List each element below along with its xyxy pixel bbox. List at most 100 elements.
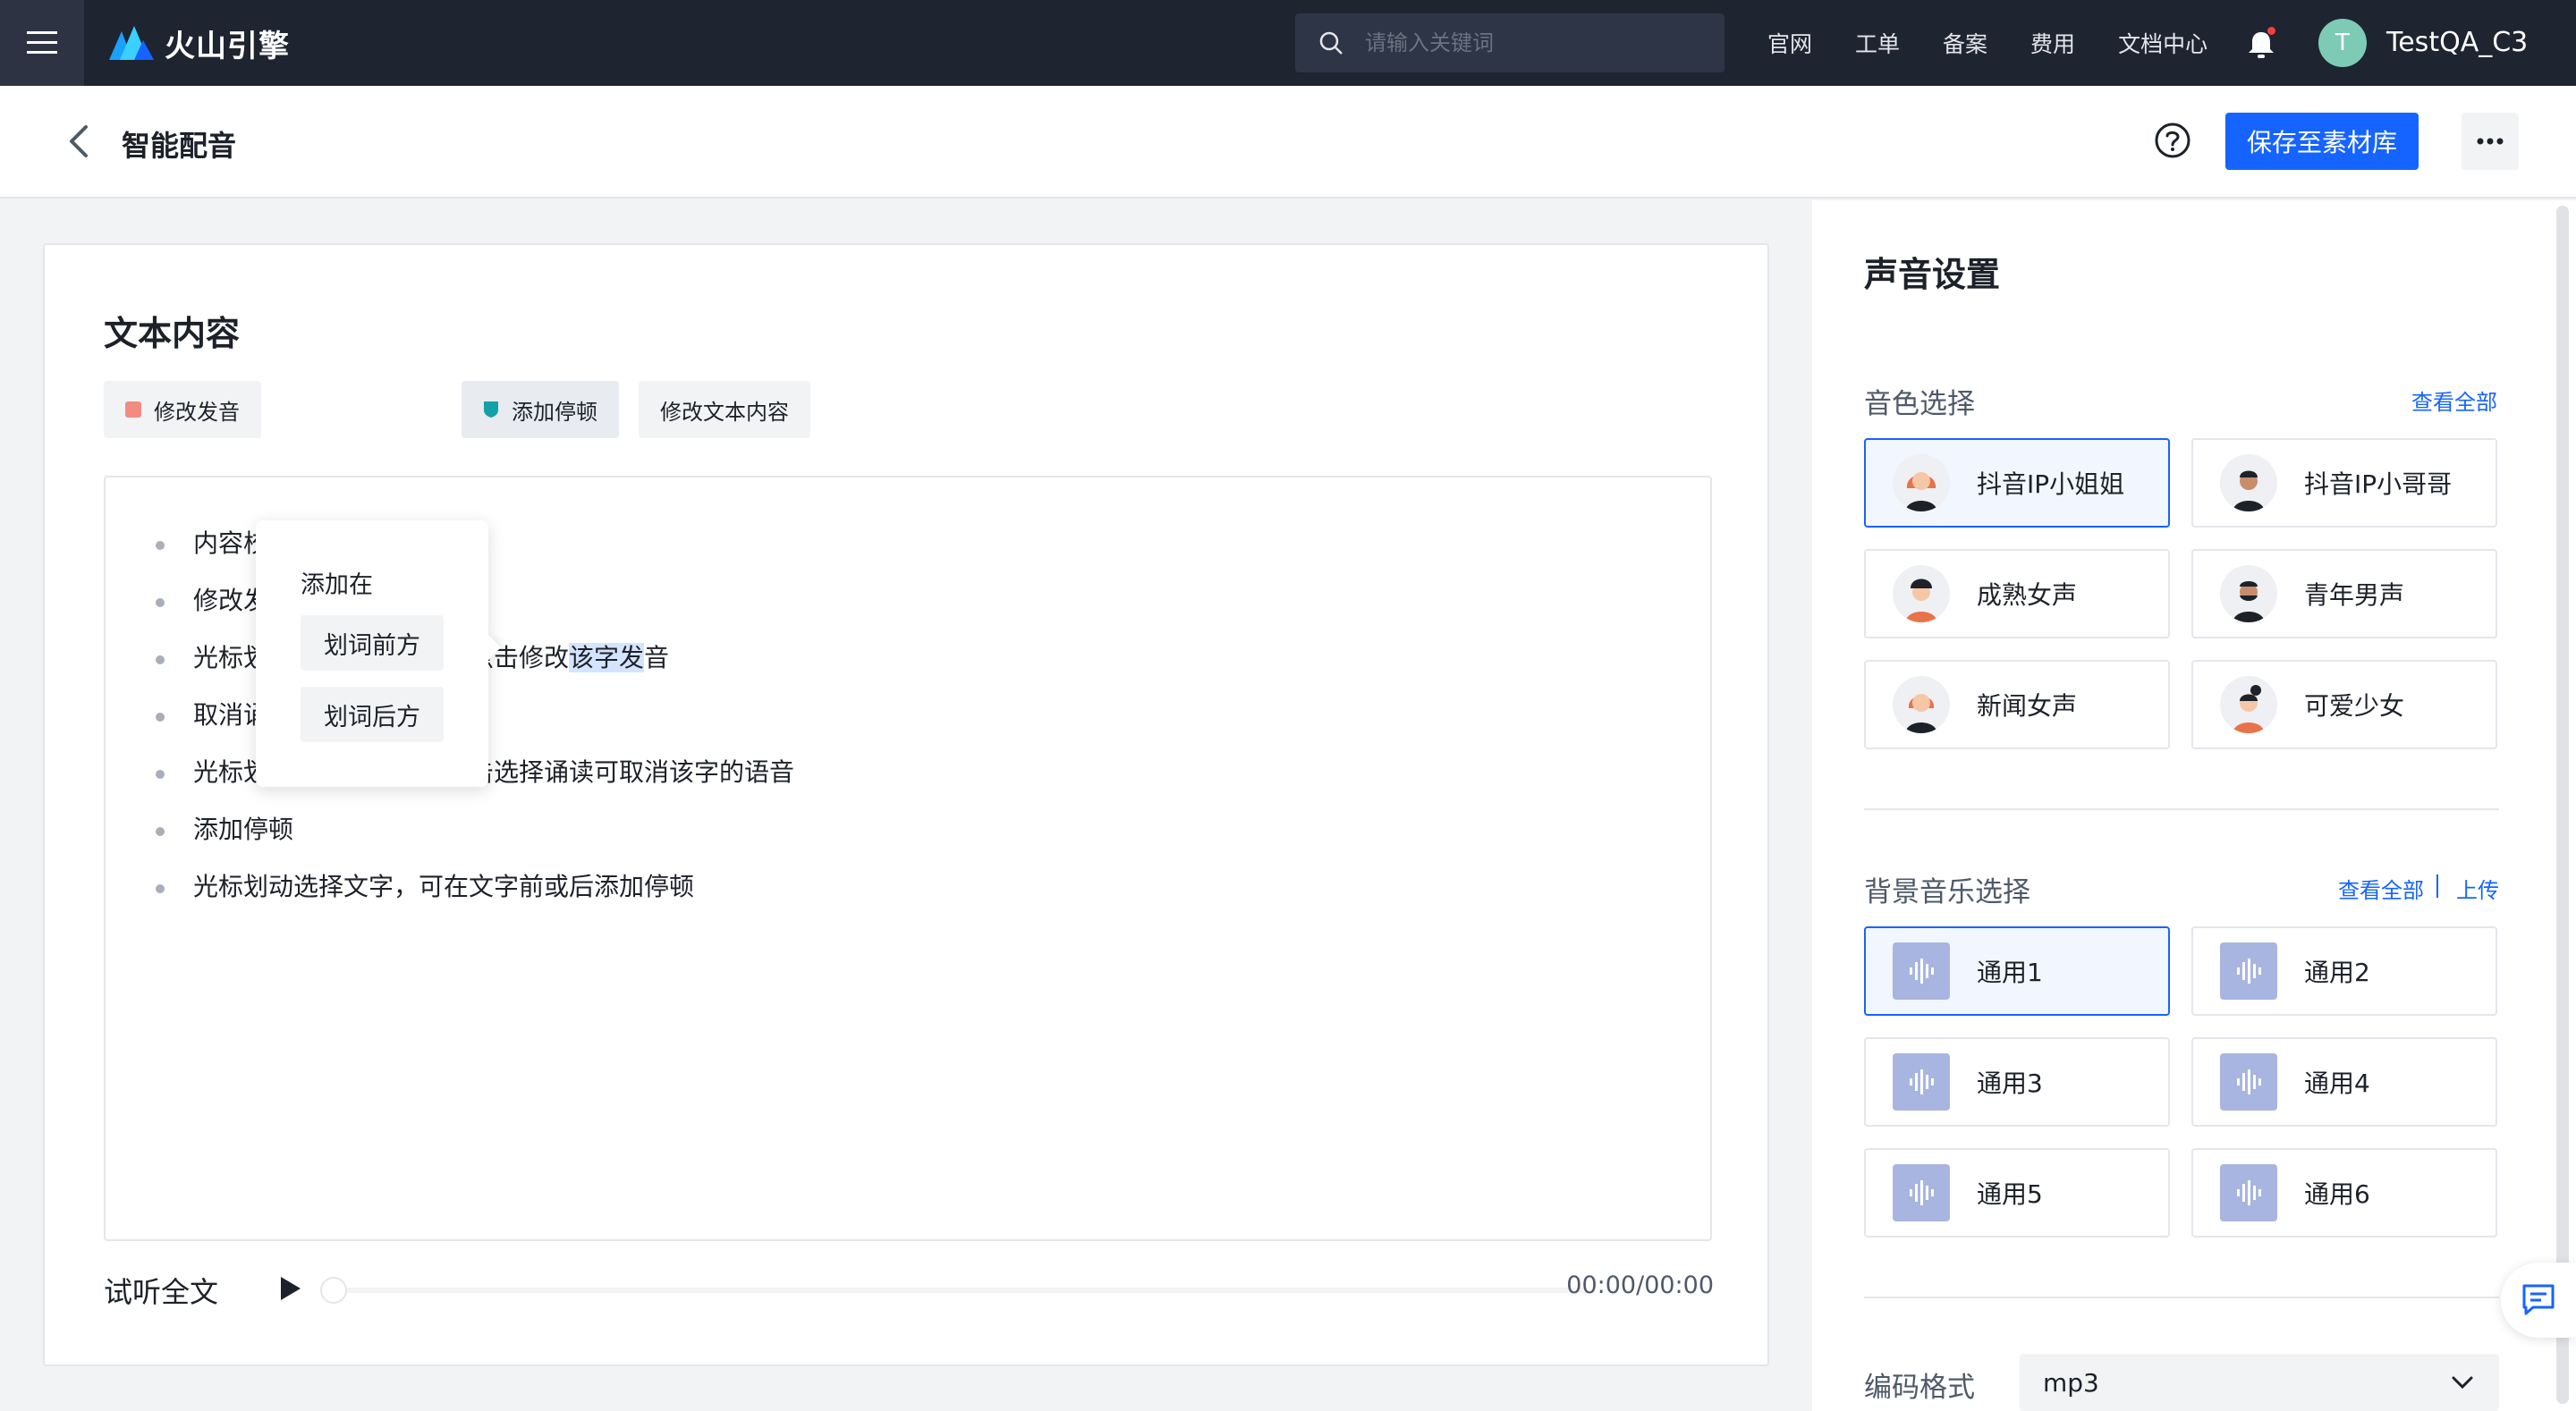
voice-card[interactable]: 可爱少女 [2191,660,2497,749]
add-before-button[interactable]: 划词前方 [301,615,444,671]
waveform-icon [1893,1164,1950,1221]
link-tickets[interactable]: 工单 [1855,27,1900,59]
chevron-down-icon [2452,1376,2473,1390]
music-name: 通用2 [2304,958,2370,987]
search-box[interactable] [1295,13,1724,72]
scrollbar-thumb[interactable] [2556,206,2569,1404]
progress-knob[interactable] [320,1277,347,1304]
voice-card[interactable]: 抖音IP小哥哥 [2191,438,2497,528]
music-name: 通用6 [2304,1179,2370,1209]
music-card[interactable]: 通用5 [1864,1148,2170,1238]
voice-name: 可爱少女 [2304,691,2405,721]
music-card[interactable]: 通用3 [1864,1037,2170,1127]
side-scrollbar[interactable] [2551,200,2576,1411]
male-avatar-icon [2220,454,2277,511]
modify-text-button[interactable]: 修改文本内容 [639,381,810,438]
modify-text-label: 修改文本内容 [660,399,789,425]
music-card[interactable]: 通用6 [2191,1148,2497,1238]
modify-pronunciation-label: 修改发音 [154,399,240,425]
volcano-logo-icon [109,26,154,60]
voice-section-title: 音色选择 [1864,388,1975,420]
brand-logo[interactable]: 火山引擎 [107,21,290,65]
list-item-text: 音 [644,643,670,672]
list-item: 光标划动选择文字，可在文字前或后添加停顿 [156,858,794,916]
music-name: 通用5 [1977,1179,2043,1209]
menu-button[interactable] [0,0,84,86]
notification-dot [2267,27,2275,35]
waveform-icon [2220,1164,2277,1221]
pause-marker-icon [484,401,498,418]
voice-name: 抖音IP小姐姐 [1977,469,2125,499]
add-pause-label: 添加停顿 [512,399,597,425]
voice-name: 抖音IP小哥哥 [2304,469,2453,499]
back-arrow-icon[interactable] [63,123,95,159]
listen-full-label: 试听全文 [104,1275,219,1309]
section-divider [1864,808,2499,810]
text-editor-card: 文本内容 修改发音 添加停顿 修改文本内容 内容校正 修改发音 光标划动单选一个… [43,243,1769,1366]
voice-card[interactable]: 抖音IP小姐姐 [1864,438,2170,528]
save-to-library-button[interactable]: 保存至素材库 [2225,113,2419,170]
music-card[interactable]: 通用1 [1864,926,2170,1016]
link-filing[interactable]: 备案 [1943,27,1987,59]
audio-progress-bar[interactable] [320,1277,1587,1304]
voice-settings-panel: 声音设置 音色选择 查看全部 抖音IP小姐姐 抖音IP小哥哥 成熟女声 青年男声… [1812,200,2551,1411]
add-pause-button[interactable]: 添加停顿 [462,381,619,438]
notification-button[interactable] [2243,27,2279,63]
waveform-icon [1893,942,1950,1000]
music-card[interactable]: 通用2 [2191,926,2497,1016]
format-select[interactable]: mp3 [2020,1354,2499,1411]
section-divider [1864,1297,2499,1298]
page-title: 智能配音 [122,129,237,163]
voice-view-all-link[interactable]: 查看全部 [2411,384,2497,416]
search-input[interactable] [1365,30,1705,55]
upload-link[interactable]: 上传 [2456,873,2499,904]
more-dots-icon [2477,138,2504,145]
music-card[interactable]: 通用4 [2191,1037,2497,1127]
waveform-icon [2220,942,2277,1000]
hamburger-icon [27,31,57,54]
voice-name: 青年男声 [2304,580,2405,610]
brand-name: 火山引擎 [165,28,290,64]
editor-title: 文本内容 [104,314,241,353]
link-official-site[interactable]: 官网 [1767,27,1812,59]
pron-marker-icon [125,401,141,418]
audio-time: 00:00/00:00 [1566,1272,1714,1299]
male-avatar-icon [2220,565,2277,622]
format-value: mp3 [2043,1367,2099,1398]
music-view-all-link[interactable]: 查看全部 [2338,873,2424,904]
female-avatar-icon [1893,454,1950,511]
search-icon [1319,31,1343,55]
top-nav-bar: 火山引擎 官网 工单 备案 费用 文档中心 T TestQA_C3 [0,0,2576,86]
format-label: 编码格式 [1864,1372,1975,1404]
link-separator [2436,874,2438,898]
voice-card[interactable]: 新闻女声 [1864,660,2170,749]
help-icon[interactable] [2154,122,2191,159]
panel-title: 声音设置 [1864,255,2001,294]
add-pause-popover: 添加在 划词前方 划词后方 [256,520,502,787]
music-section-title: 背景音乐选择 [1864,876,2030,908]
female-avatar-icon [1893,676,1950,733]
link-billing[interactable]: 费用 [2030,27,2075,59]
feedback-icon [2522,1284,2555,1315]
modify-pronunciation-button[interactable]: 修改发音 [104,381,261,438]
play-icon[interactable] [274,1273,304,1304]
voice-card[interactable]: 成熟女声 [1864,549,2170,638]
add-after-button[interactable]: 划词后方 [301,687,444,742]
user-avatar[interactable]: T [2318,19,2367,67]
popover-title: 添加在 [301,571,373,599]
username[interactable]: TestQA_C3 [2386,27,2528,58]
music-name: 通用4 [2304,1069,2370,1098]
voice-name: 成熟女声 [1977,580,2078,610]
waveform-icon [2220,1053,2277,1111]
voice-card[interactable]: 青年男声 [2191,549,2497,638]
top-links: 官网 工单 备案 费用 文档中心 [1767,0,2250,86]
music-name: 通用1 [1977,958,2043,987]
feedback-button[interactable] [2501,1263,2576,1338]
female-avatar-icon [2220,676,2277,733]
voice-name: 新闻女声 [1977,691,2078,721]
more-button[interactable] [2462,113,2519,170]
highlighted-selection[interactable]: 该字发 [569,643,645,672]
female-avatar-icon [1893,565,1950,622]
page-header: 智能配音 保存至素材库 [0,86,2576,199]
link-docs[interactable]: 文档中心 [2118,27,2207,59]
